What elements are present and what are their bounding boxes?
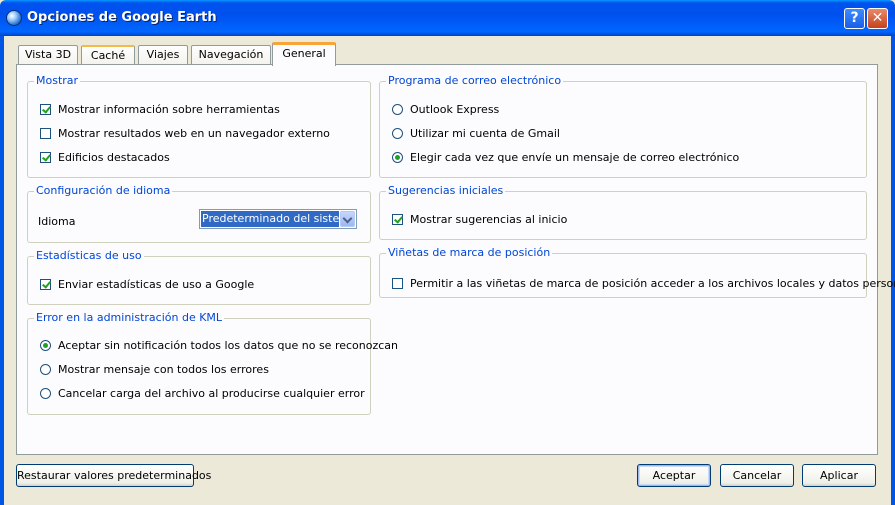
checkbox-box[interactable] [392,214,403,225]
radio-label: Mostrar mensaje con todos los errores [58,363,269,376]
checkbox-box[interactable] [392,278,403,289]
radio-button[interactable] [392,152,403,163]
cancel-button[interactable]: Cancelar [720,464,794,487]
group-idioma-title: Configuración de idioma [34,184,173,197]
checkbox-box[interactable] [40,279,51,290]
checkbox-usage-stats[interactable]: Enviar estadísticas de uso a Google [40,278,254,291]
radio-button[interactable] [392,104,403,115]
tab-cache[interactable]: Caché [81,45,135,64]
group-sugerencias: Sugerencias iniciales Mostrar sugerencia… [379,184,867,240]
group-vinetas-title: Viñetas de marca de posición [386,246,553,259]
options-dialog: Opciones de Google Earth ? ✕ Vista 3D Ca… [0,0,895,505]
title-bar[interactable]: Opciones de Google Earth ? ✕ [0,0,895,36]
checkbox-placemark-access[interactable]: Permitir a las viñetas de marca de posic… [392,277,895,290]
idioma-label: Idioma [38,215,76,228]
group-kml: Error en la administración de KML Acepta… [27,311,398,415]
checkbox-box[interactable] [40,128,51,139]
checkbox-label: Permitir a las viñetas de marca de posic… [410,277,895,290]
radio-kml-accept[interactable]: Aceptar sin notificación todos los datos… [40,339,398,352]
tab-panel-general: Mostrar Mostrar información sobre herram… [16,64,895,455]
tab-navegacion[interactable]: Navegación [191,45,271,64]
language-select-value: Predeterminado del sistema [201,211,339,227]
group-estadisticas-title: Estadísticas de uso [34,249,144,262]
group-mostrar: Mostrar Mostrar información sobre herram… [27,74,371,178]
apply-button[interactable]: Aplicar [802,464,876,487]
radio-label: Utilizar mi cuenta de Gmail [410,127,560,140]
group-mostrar-title: Mostrar [34,74,81,87]
chevron-down-icon[interactable] [340,211,355,227]
radio-label: Elegir cada vez que envíe un mensaje de … [410,151,740,164]
help-button[interactable]: ? [844,8,865,29]
radio-button[interactable] [392,128,403,139]
checkbox-label: Edificios destacados [58,151,170,164]
radio-button[interactable] [40,364,51,375]
checkbox-label: Enviar estadísticas de uso a Google [58,278,255,291]
window-title: Opciones de Google Earth [27,10,217,25]
group-estadisticas: Estadísticas de uso Enviar estadísticas … [27,249,371,305]
tab-general[interactable]: General [272,42,336,66]
checkbox-box[interactable] [40,152,51,163]
group-vinetas: Viñetas de marca de posición Permitir a … [379,246,895,298]
window-frame-left [0,36,4,505]
radio-label: Aceptar sin notificación todos los datos… [58,339,399,352]
radio-label: Cancelar carga del archivo al producirse… [58,387,365,400]
checkbox-box[interactable] [40,104,51,115]
checkbox-label: Mostrar resultados web en un navegador e… [58,127,330,140]
group-correo-title: Programa de correo electrónico [386,74,564,87]
accept-button[interactable]: Aceptar [637,464,711,487]
tab-vista-3d[interactable]: Vista 3D [18,45,78,64]
checkbox-startup-tips[interactable]: Mostrar sugerencias al inicio [392,213,567,226]
window-frame-right [891,36,895,505]
checkbox-tooltips[interactable]: Mostrar información sobre herramientas [40,103,280,116]
radio-button[interactable] [40,340,51,351]
radio-outlook-express[interactable]: Outlook Express [392,103,499,116]
checkbox-buildings[interactable]: Edificios destacados [40,151,170,164]
group-idioma: Configuración de idioma Idioma Predeterm… [27,184,371,243]
radio-gmail[interactable]: Utilizar mi cuenta de Gmail [392,127,560,140]
google-earth-icon [6,10,22,26]
radio-button[interactable] [40,388,51,399]
restore-defaults-button[interactable]: Restaurar valores predeterminados [16,464,211,487]
checkbox-label: Mostrar sugerencias al inicio [410,213,568,226]
radio-label: Outlook Express [410,103,500,116]
radio-ask-each-time[interactable]: Elegir cada vez que envíe un mensaje de … [392,151,739,164]
checkbox-label: Mostrar información sobre herramientas [58,103,280,116]
radio-kml-cancel[interactable]: Cancelar carga del archivo al producirse… [40,387,365,400]
group-correo: Programa de correo electrónico Outlook E… [379,74,867,178]
tab-viajes[interactable]: Viajes [138,45,188,64]
group-kml-title: Error en la administración de KML [34,311,225,324]
close-button[interactable]: ✕ [867,8,888,29]
group-sugerencias-title: Sugerencias iniciales [386,184,506,197]
radio-kml-show-errors[interactable]: Mostrar mensaje con todos los errores [40,363,269,376]
checkbox-web-results[interactable]: Mostrar resultados web en un navegador e… [40,127,330,140]
language-select[interactable]: Predeterminado del sistema [199,209,357,229]
